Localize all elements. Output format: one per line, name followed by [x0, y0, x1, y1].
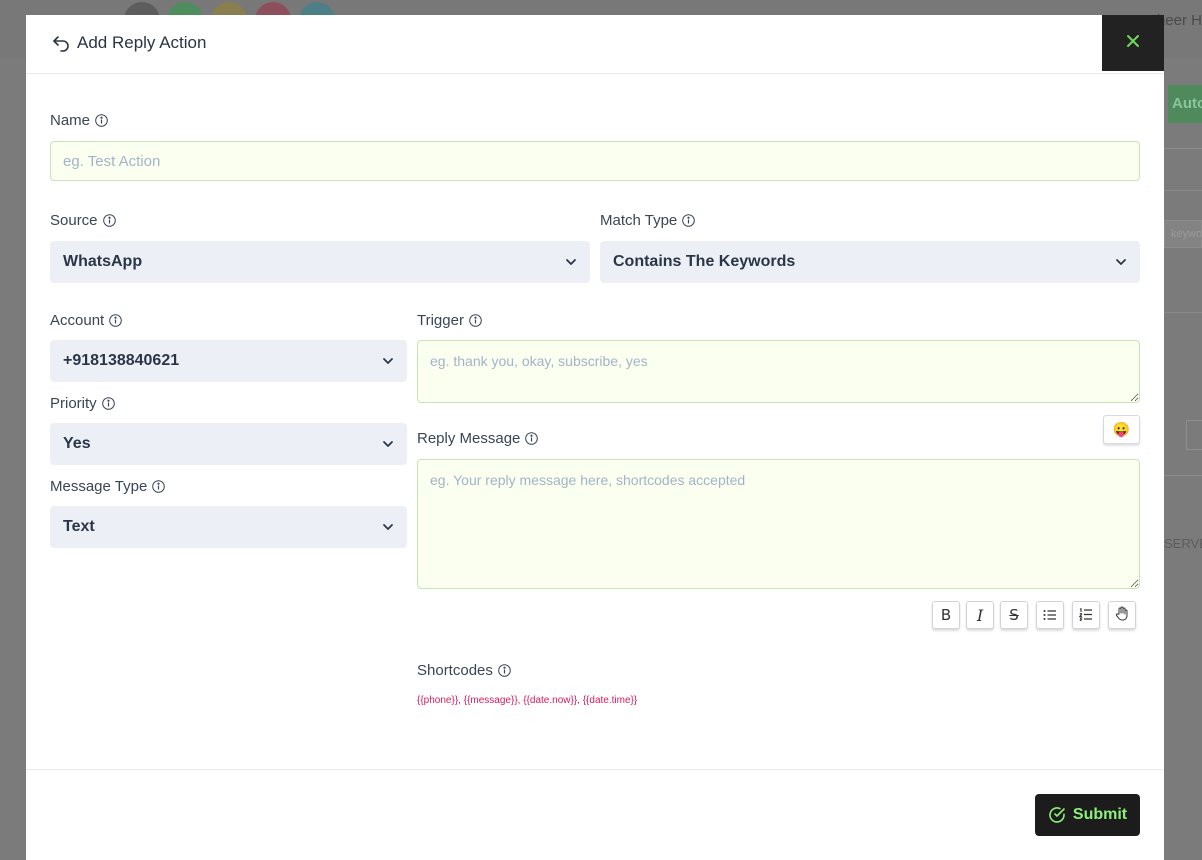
info-icon: [525, 432, 539, 445]
background-divider: [1164, 190, 1202, 191]
emoji-picker-button[interactable]: 😛: [1103, 415, 1140, 444]
info-icon: [152, 480, 166, 493]
modal-title-text: Add Reply Action: [77, 33, 207, 52]
italic-button[interactable]: I: [966, 601, 994, 629]
background-box: [1186, 420, 1202, 450]
chevron-down-icon: [381, 520, 395, 534]
background-divider: [1164, 148, 1202, 149]
background-column-text: SERVE: [1164, 536, 1202, 551]
reply-message-label: Reply Message: [417, 430, 539, 447]
trigger-label-text: Trigger: [417, 312, 464, 329]
info-icon: [95, 114, 108, 127]
source-select[interactable]: WhatsApp: [50, 241, 590, 283]
info-icon: [101, 397, 115, 410]
modal-header: Add Reply Action: [26, 15, 1164, 74]
account-label-text: Account: [50, 312, 105, 329]
emoji-icon: 😛: [1112, 421, 1131, 437]
source-label-text: Source: [50, 212, 98, 229]
close-icon: [1126, 34, 1140, 53]
info-icon: [469, 314, 482, 327]
numbered-list-button[interactable]: [1072, 601, 1100, 629]
priority-label-text: Priority: [50, 395, 97, 412]
chevron-down-icon: [1114, 255, 1128, 269]
message-type-select-value: Text: [63, 518, 95, 535]
background-divider: [1164, 475, 1202, 476]
account-select[interactable]: +918138840621: [50, 340, 407, 382]
reply-message-input[interactable]: [417, 459, 1140, 589]
bullet-list-button[interactable]: [1036, 601, 1064, 629]
background-input: keyword: [1164, 220, 1202, 248]
shortcodes-label: Shortcodes: [417, 662, 511, 679]
add-reply-action-modal: Add Reply Action Name Source WhatsApp: [26, 15, 1164, 860]
check-circle-icon: [1048, 806, 1066, 824]
hand-icon: [1115, 606, 1129, 625]
numbered-list-icon: [1078, 606, 1093, 625]
strikethrough-button[interactable]: S: [1000, 601, 1028, 629]
italic-icon: I: [976, 605, 984, 625]
bullet-list-icon: [1043, 606, 1057, 625]
submit-label: Submit: [1072, 806, 1128, 823]
priority-select[interactable]: Yes: [50, 423, 407, 465]
trigger-input[interactable]: [417, 340, 1140, 403]
hand-tool-button[interactable]: [1108, 601, 1136, 629]
match-type-select[interactable]: Contains The Keywords: [600, 241, 1140, 283]
background-divider: [1164, 312, 1202, 313]
bold-button[interactable]: B: [932, 601, 960, 629]
chevron-down-icon: [564, 255, 578, 269]
name-label-text: Name: [50, 112, 91, 129]
info-icon: [498, 664, 511, 677]
source-select-value: WhatsApp: [63, 253, 143, 270]
name-input[interactable]: [50, 141, 1140, 181]
name-label: Name: [50, 112, 108, 129]
close-button[interactable]: [1102, 15, 1164, 71]
match-type-label-text: Match Type: [600, 212, 678, 229]
background-button: Auto: [1168, 85, 1202, 123]
message-type-select[interactable]: Text: [50, 506, 407, 548]
info-icon: [102, 214, 116, 227]
reply-message-label-text: Reply Message: [417, 430, 521, 447]
modal-title: Add Reply Action: [51, 33, 206, 53]
priority-select-value: Yes: [63, 435, 91, 452]
account-label: Account: [50, 312, 123, 329]
match-type-select-value: Contains The Keywords: [613, 253, 796, 270]
strikethrough-icon: S: [1009, 606, 1019, 624]
source-label: Source: [50, 212, 116, 229]
message-type-label-text: Message Type: [50, 478, 148, 495]
info-icon: [682, 214, 696, 227]
account-select-value: +918138840621: [63, 352, 180, 369]
match-type-label: Match Type: [600, 212, 696, 229]
undo-arrow-icon[interactable]: [51, 33, 71, 53]
submit-button[interactable]: Submit: [1035, 794, 1140, 836]
message-type-label: Message Type: [50, 478, 166, 495]
priority-label: Priority: [50, 395, 115, 412]
shortcodes-list: {{phone}}, {{message}}, {{date.now}}, {{…: [417, 695, 638, 706]
info-icon: [109, 314, 123, 327]
footer-divider: [26, 769, 1164, 770]
chevron-down-icon: [381, 354, 395, 368]
bold-icon: B: [940, 606, 952, 624]
shortcodes-label-text: Shortcodes: [417, 662, 493, 679]
trigger-label: Trigger: [417, 312, 482, 329]
chevron-down-icon: [381, 437, 395, 451]
